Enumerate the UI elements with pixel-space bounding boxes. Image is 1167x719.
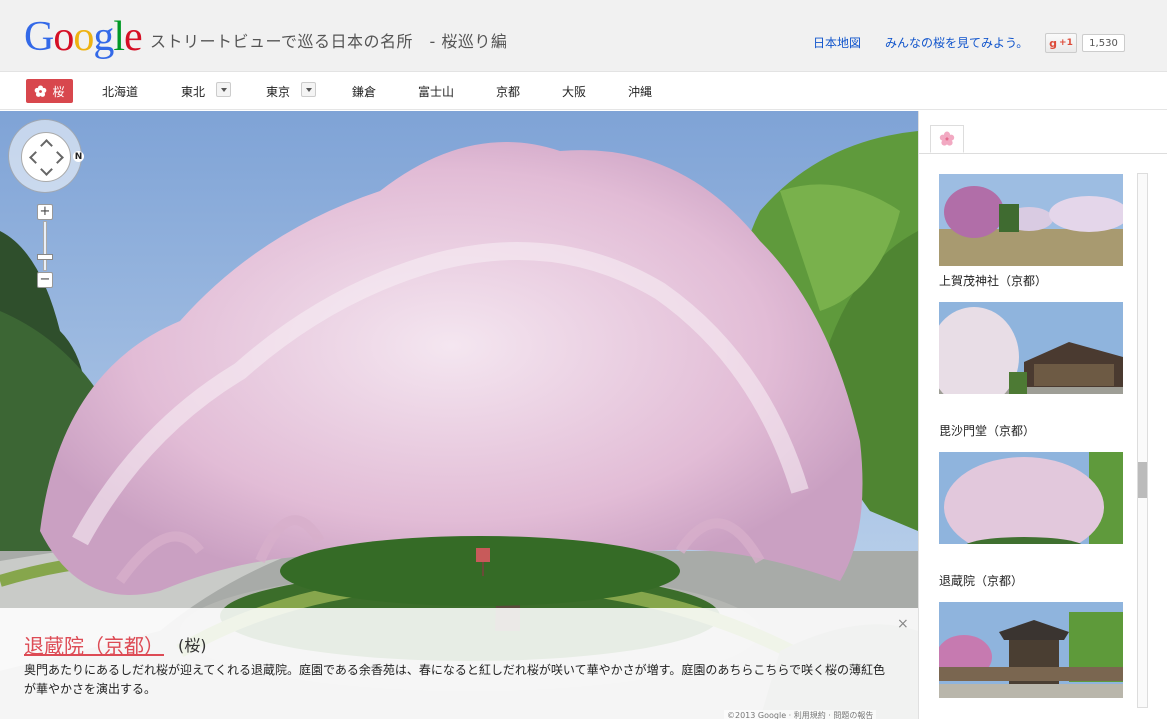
nav-item-fujisan[interactable]: 富士山 xyxy=(418,83,454,100)
google-plus-one-button[interactable]: g +1 xyxy=(1045,33,1077,53)
panel-scrollbar-thumb[interactable] xyxy=(1138,462,1147,498)
sakura-flower-icon xyxy=(35,84,47,97)
street-view-panorama[interactable]: N + − 退蔵院（京都） (桜) 奥門あたりにあるしだれ桜が迎えてくれる退蔵院… xyxy=(0,111,918,719)
place-caption[interactable]: 毘沙門堂（京都） xyxy=(939,422,1035,439)
nav-item-osaka[interactable]: 大阪 xyxy=(562,83,586,100)
zoom-in-button[interactable]: + xyxy=(37,204,53,220)
gplus-label: +1 xyxy=(1059,38,1073,48)
pan-control-center xyxy=(21,132,71,182)
place-caption[interactable]: 上賀茂神社（京都） xyxy=(939,272,1047,289)
tab-sakura-label: 桜 xyxy=(52,84,65,99)
nav-item-kyoto[interactable]: 京都 xyxy=(496,83,520,100)
zoom-out-button[interactable]: − xyxy=(37,272,53,288)
place-category: (桜) xyxy=(178,636,207,655)
place-title-link[interactable]: 退蔵院（京都） xyxy=(24,630,164,659)
compass-north-icon[interactable]: N xyxy=(73,151,84,162)
pan-left-icon[interactable] xyxy=(29,151,42,164)
nav-item-tokyo[interactable]: 東京 xyxy=(266,83,290,100)
page-title: ストリートビューで巡る日本の名所 - 桜巡り編 xyxy=(150,32,508,51)
header: Google ストリートビューで巡る日本の名所 - 桜巡り編 日本地図 みんなの… xyxy=(0,0,1167,72)
sakura-flower-icon xyxy=(939,131,955,146)
google-plus-icon: g xyxy=(1049,36,1058,50)
google-logo[interactable]: Google xyxy=(24,14,143,60)
thumbnail-image xyxy=(939,302,1123,394)
thumbnail-image xyxy=(939,452,1123,544)
japan-map-link[interactable]: 日本地図 xyxy=(813,34,861,51)
place-thumbnail[interactable] xyxy=(939,302,1123,394)
zoom-slider-thumb[interactable] xyxy=(37,254,53,260)
place-thumbnail[interactable] xyxy=(939,452,1123,544)
place-thumbnail[interactable] xyxy=(939,174,1123,266)
view-everyone-sakura-link[interactable]: みんなの桜を見てみよう。 xyxy=(885,34,1028,51)
logo-letter: o xyxy=(73,14,94,60)
pan-up-icon[interactable] xyxy=(40,139,53,152)
map-copyright[interactable]: ©2013 Google · 利用規約 · 問題の報告 xyxy=(724,710,877,719)
pan-control[interactable] xyxy=(8,119,82,193)
panel-scrollbar[interactable] xyxy=(1137,173,1148,708)
thumbnail-image xyxy=(939,602,1123,698)
logo-letter: G xyxy=(24,14,54,60)
tab-sakura-list[interactable] xyxy=(930,125,964,153)
zoom-slider-track[interactable] xyxy=(43,221,47,271)
nav-item-okinawa[interactable]: 沖縄 xyxy=(628,83,652,100)
place-info-box: 退蔵院（京都） (桜) 奥門あたりにあるしだれ桜が迎えてくれる退蔵院。庭園である… xyxy=(0,608,918,719)
tohoku-dropdown-icon[interactable] xyxy=(216,82,231,97)
pan-right-icon[interactable] xyxy=(51,151,64,164)
logo-letter: o xyxy=(53,14,74,60)
logo-letter: g xyxy=(93,14,114,60)
place-caption[interactable]: 退蔵院（京都） xyxy=(939,572,1023,589)
panel-divider xyxy=(919,153,1167,154)
nav-item-kamakura[interactable]: 鎌倉 xyxy=(352,83,376,100)
nav-item-hokkaido[interactable]: 北海道 xyxy=(102,83,138,100)
thumbnail-image xyxy=(939,174,1123,266)
place-thumbnail[interactable] xyxy=(939,602,1123,698)
pan-down-icon[interactable] xyxy=(40,163,53,176)
close-icon[interactable]: × xyxy=(897,616,909,632)
tab-sakura[interactable]: 桜 xyxy=(26,79,73,103)
gplus-count: 1,530 xyxy=(1082,34,1125,52)
place-description: 奥門あたりにあるしだれ桜が迎えてくれる退蔵院。庭園である余香苑は、春になると紅し… xyxy=(24,663,886,696)
region-nav: 桜 北海道 東北 東京 鎌倉 富士山 京都 大阪 沖縄 xyxy=(0,72,1167,110)
tokyo-dropdown-icon[interactable] xyxy=(301,82,316,97)
logo-letter: l xyxy=(113,14,125,60)
place-list-panel: 上賀茂神社（京都） 毘沙門堂（京都） 退蔵院（京都） xyxy=(918,111,1167,719)
logo-letter: e xyxy=(124,14,143,60)
nav-item-tohoku[interactable]: 東北 xyxy=(181,83,205,100)
